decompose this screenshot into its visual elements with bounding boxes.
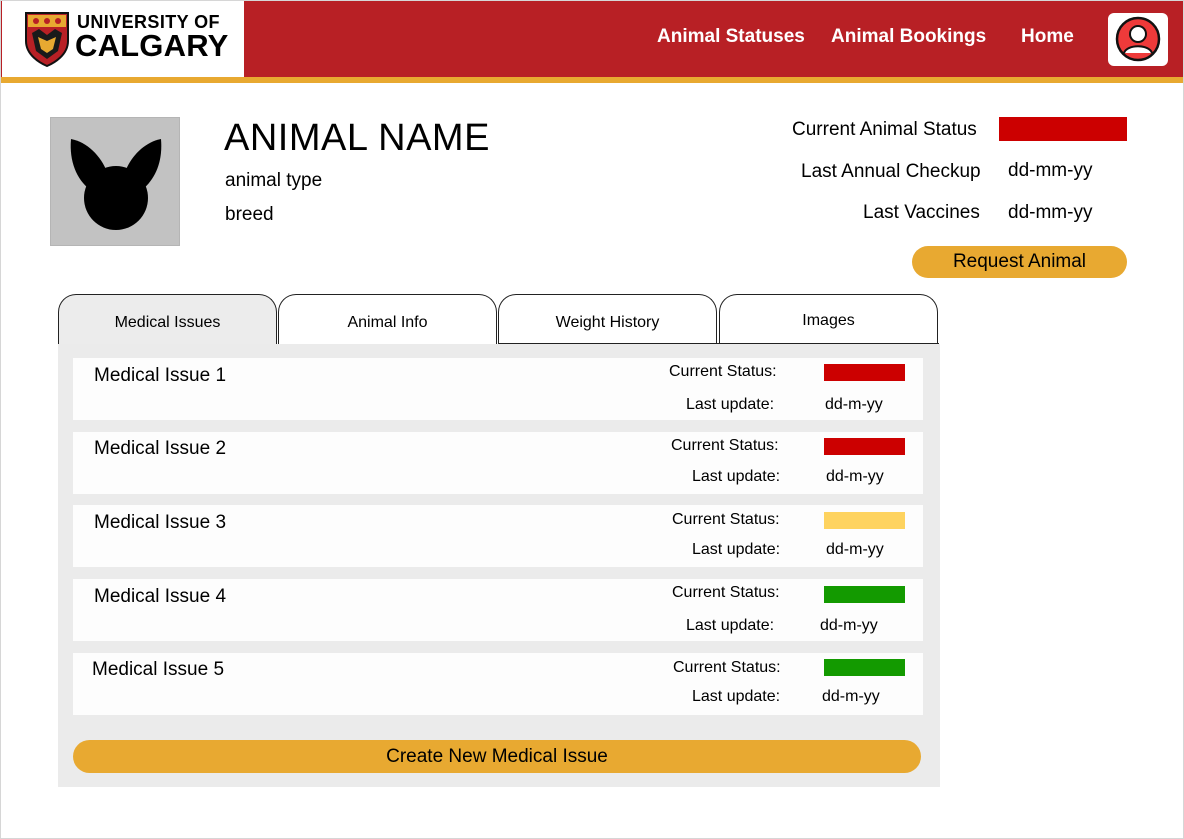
tab-label: Medical Issues	[114, 314, 221, 331]
annual-checkup-value: dd-mm-yy	[1008, 160, 1093, 181]
university-crest-icon	[25, 12, 69, 67]
tab-animal-info[interactable]: Animal Info	[278, 294, 497, 344]
status-indicator-yellow	[824, 512, 905, 529]
profile-button[interactable]	[1108, 13, 1168, 66]
tab-images[interactable]: Images	[719, 294, 938, 344]
medical-issue-title: Medical Issue 5	[92, 659, 225, 680]
last-update-label: Last update:	[686, 617, 775, 634]
status-indicator-red	[824, 364, 905, 381]
medical-issue-card[interactable]: Medical Issue 5 Current Status: Last upd…	[73, 653, 923, 715]
annual-checkup-label: Last Annual Checkup	[801, 161, 981, 182]
last-update-label: Last update:	[686, 396, 775, 413]
nav-animal-statuses[interactable]: Animal Statuses	[657, 26, 805, 48]
tab-label: Images	[802, 312, 855, 329]
tab-medical-issues[interactable]: Medical Issues	[58, 294, 277, 344]
medical-issue-title: Medical Issue 4	[94, 586, 227, 607]
tab-label: Weight History	[555, 314, 660, 331]
current-status-label: Current Status:	[671, 437, 779, 454]
user-avatar-icon	[1115, 16, 1161, 62]
last-update-value: dd-m-yy	[825, 396, 883, 413]
current-status-label: Current Animal Status	[792, 119, 977, 140]
last-update-value: dd-m-yy	[826, 468, 884, 485]
medical-issue-card[interactable]: Medical Issue 3 Current Status: Last upd…	[73, 505, 923, 567]
current-status-label: Current Status:	[672, 584, 780, 601]
animal-silhouette-icon	[70, 139, 162, 230]
create-medical-issue-button[interactable]: Create New Medical Issue	[73, 740, 921, 773]
vaccines-value: dd-mm-yy	[1008, 202, 1093, 223]
header-accent-bar	[1, 77, 1183, 83]
tab-label: Animal Info	[347, 314, 428, 331]
nav-animal-bookings[interactable]: Animal Bookings	[831, 26, 986, 48]
status-indicator-green	[824, 586, 905, 603]
animal-name: ANIMAL NAME	[224, 117, 490, 159]
medical-issue-title: Medical Issue 1	[94, 365, 227, 386]
last-update-label: Last update:	[692, 688, 781, 705]
current-status-label: Current Status:	[669, 363, 777, 380]
animal-breed: breed	[225, 204, 274, 225]
current-status-indicator	[999, 117, 1127, 141]
request-animal-button[interactable]: Request Animal	[912, 246, 1127, 278]
last-update-label: Last update:	[692, 541, 781, 558]
vaccines-label: Last Vaccines	[863, 202, 980, 223]
last-update-value: dd-m-yy	[820, 617, 878, 634]
medical-issue-title: Medical Issue 2	[94, 438, 227, 459]
nav-home[interactable]: Home	[1021, 26, 1074, 48]
tab-weight-history[interactable]: Weight History	[498, 294, 717, 344]
animal-photo	[50, 117, 180, 246]
animal-type: animal type	[225, 170, 323, 191]
last-update-value: dd-m-yy	[822, 688, 880, 705]
medical-issue-card[interactable]: Medical Issue 2 Current Status: Last upd…	[73, 432, 923, 494]
university-logo[interactable]: UNIVERSITY OF CALGARY	[2, 1, 244, 77]
current-status-label: Current Status:	[672, 511, 780, 528]
medical-issue-card[interactable]: Medical Issue 4 Current Status: Last upd…	[73, 579, 923, 641]
current-status-label: Current Status:	[673, 659, 781, 676]
status-indicator-red	[824, 438, 905, 455]
last-update-value: dd-m-yy	[826, 541, 884, 558]
medical-issue-card[interactable]: Medical Issue 1 Current Status: Last upd…	[73, 358, 923, 420]
last-update-label: Last update:	[692, 468, 781, 485]
logo-text-calgary: CALGARY	[75, 28, 229, 63]
status-indicator-green	[824, 659, 905, 676]
medical-issue-title: Medical Issue 3	[94, 512, 227, 533]
